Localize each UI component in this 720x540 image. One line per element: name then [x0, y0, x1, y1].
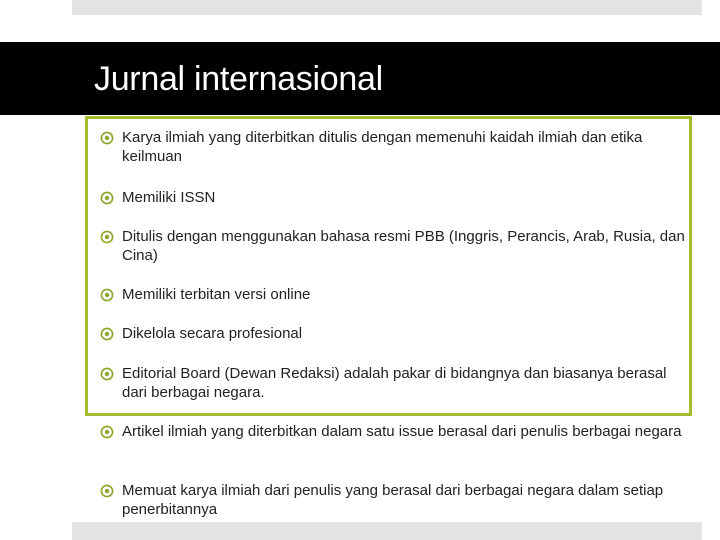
- target-circle-icon: [100, 288, 114, 302]
- bottom-decor-bar: [72, 522, 702, 540]
- list-item-text: Editorial Board (Dewan Redaksi) adalah p…: [122, 365, 667, 401]
- target-circle-icon: [100, 425, 114, 439]
- list-item-text: Ditulis dengan menggunakan bahasa resmi …: [122, 228, 685, 264]
- target-circle-icon: [100, 191, 114, 205]
- target-circle-icon: [100, 367, 114, 381]
- list-item-text: Karya ilmiah yang diterbitkan ditulis de…: [122, 129, 643, 165]
- target-circle-icon: [100, 484, 114, 498]
- title-band: Jurnal internasional: [0, 42, 720, 115]
- slide-title: Jurnal internasional: [94, 60, 383, 98]
- target-circle-icon: [100, 131, 114, 145]
- list-item-text: Artikel ilmiah yang diterbitkan dalam sa…: [122, 423, 682, 440]
- top-decor-bar: [72, 0, 702, 15]
- target-circle-icon: [100, 230, 114, 244]
- list-item-text: Dikelola secara profesional: [122, 325, 303, 342]
- list-item-text: Memiliki ISSN: [122, 189, 216, 206]
- target-circle-icon: [100, 327, 114, 341]
- list-item-text: Memiliki terbitan versi online: [122, 286, 311, 303]
- list-item-text: Memuat karya ilmiah dari penulis yang be…: [122, 482, 664, 518]
